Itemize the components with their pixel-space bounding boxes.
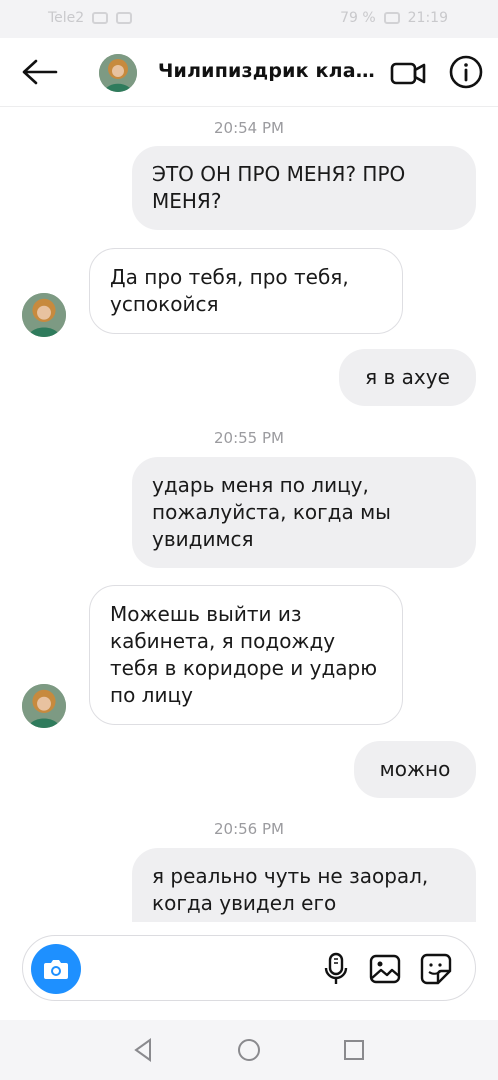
battery-icon <box>383 12 400 24</box>
message-composer[interactable] <box>22 935 476 1001</box>
message-text: я в ахуе <box>365 365 450 389</box>
sender-avatar[interactable] <box>22 293 66 337</box>
nav-back-icon[interactable] <box>130 1036 158 1064</box>
sticker-icon[interactable] <box>419 952 453 986</box>
message-text: я реально чуть не заорал, когда увидел е… <box>152 864 429 915</box>
battery-percent: 79 % <box>340 10 376 26</box>
timestamp: 20:55 PM <box>214 429 284 447</box>
outgoing-message[interactable]: ударь меня по лицу, пожалуйста, когда мы… <box>132 457 476 568</box>
arrow-left-icon[interactable] <box>20 56 60 88</box>
system-nav-bar <box>0 1020 498 1080</box>
avatar[interactable] <box>99 54 137 92</box>
timestamp: 20:56 PM <box>214 820 284 838</box>
message-text: можно <box>379 757 451 781</box>
camera-icon <box>44 960 68 979</box>
nav-recents-icon[interactable] <box>340 1036 368 1064</box>
status-left: Tele2 <box>48 10 133 26</box>
carrier-label: Tele2 <box>48 10 85 26</box>
nav-home-icon[interactable] <box>235 1036 263 1064</box>
outgoing-message[interactable]: можно <box>354 741 476 798</box>
camera-button[interactable] <box>31 944 81 994</box>
message-text: Да про тебя, про тебя, успокойся <box>110 265 349 316</box>
outgoing-message[interactable]: я в ахуе <box>339 349 476 406</box>
sender-avatar[interactable] <box>22 684 66 728</box>
microphone-icon[interactable] <box>319 952 353 986</box>
status-bar: Tele2 79 % 21:19 <box>0 0 498 38</box>
message-text: ЭТО ОН ПРО МЕНЯ? ПРО МЕНЯ? <box>152 162 406 213</box>
message-text: ударь меня по лицу, пожалуйста, когда мы… <box>152 473 391 551</box>
search-icon <box>116 12 133 24</box>
status-right: 79 % 21:19 <box>340 10 448 26</box>
chat-header: Чилипиздрик класс… <box>0 38 498 107</box>
wifi-icon <box>92 12 109 24</box>
message-text: Можешь выйти из кабинета, я подожду тебя… <box>110 602 378 707</box>
timestamp: 20:54 PM <box>214 119 284 137</box>
incoming-message[interactable]: Да про тебя, про тебя, успокойся <box>89 248 403 334</box>
video-camera-icon[interactable] <box>388 56 428 90</box>
info-icon[interactable] <box>448 54 484 90</box>
incoming-message[interactable]: Можешь выйти из кабинета, я подожду тебя… <box>89 585 403 725</box>
outgoing-message[interactable]: ЭТО ОН ПРО МЕНЯ? ПРО МЕНЯ? <box>132 146 476 230</box>
gallery-icon[interactable] <box>368 952 402 986</box>
clock: 21:19 <box>407 10 448 26</box>
chat-title[interactable]: Чилипиздрик класс… <box>158 60 378 82</box>
